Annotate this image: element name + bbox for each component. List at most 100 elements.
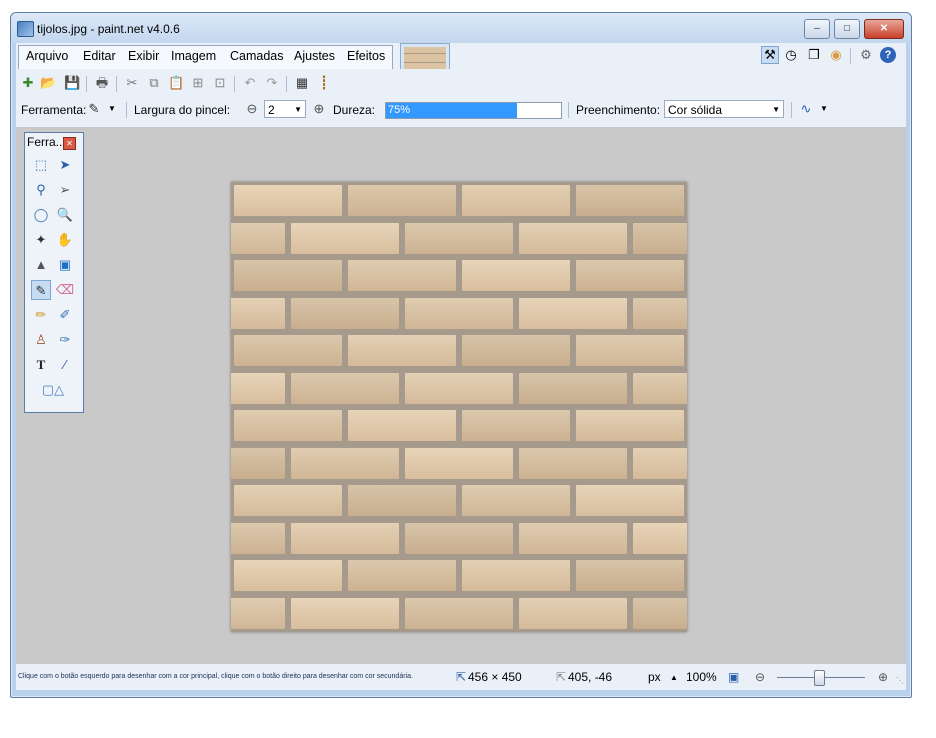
units-selector[interactable]: px bbox=[648, 670, 661, 684]
brick bbox=[576, 185, 684, 216]
shapes-icon[interactable]: ▢△ bbox=[39, 380, 67, 400]
clone-stamp-icon[interactable]: ♙ bbox=[31, 330, 51, 350]
chevron-down-icon: ▼ bbox=[294, 105, 302, 114]
colors-window-icon[interactable]: ◉ bbox=[828, 47, 844, 63]
lasso-select-icon[interactable]: ⚲ bbox=[31, 180, 51, 200]
copy-icon[interactable]: ⧉ bbox=[146, 75, 162, 91]
crop-to-selection-icon[interactable]: ⊞ bbox=[190, 75, 206, 91]
brick bbox=[576, 485, 684, 516]
menu-editar[interactable]: Editar bbox=[83, 49, 116, 63]
close-button[interactable]: ✕ bbox=[864, 19, 904, 39]
zoom-icon[interactable]: 🔍 bbox=[55, 205, 75, 225]
brick bbox=[348, 260, 456, 291]
resize-grip-icon[interactable]: ⋱ bbox=[896, 676, 904, 685]
text-tool-icon[interactable]: T bbox=[31, 355, 51, 375]
magic-wand-icon[interactable]: ✦ bbox=[31, 230, 51, 250]
menu-exibir[interactable]: Exibir bbox=[128, 49, 159, 63]
brick bbox=[519, 372, 627, 404]
brick bbox=[291, 222, 399, 254]
menu-arquivo[interactable]: Arquivo bbox=[26, 49, 68, 63]
settings-gear-icon[interactable]: ⚙ bbox=[858, 47, 874, 63]
brick bbox=[633, 297, 687, 329]
brick bbox=[519, 597, 627, 629]
brick bbox=[576, 410, 684, 441]
tools-window-icon[interactable]: ⚒ bbox=[761, 46, 779, 64]
menu-ajustes[interactable]: Ajustes bbox=[294, 49, 335, 63]
pan-hand-icon[interactable]: ✋ bbox=[55, 230, 75, 250]
recolor-icon[interactable]: ✑ bbox=[55, 330, 75, 350]
brick bbox=[405, 372, 513, 404]
antialiasing-icon[interactable]: ∿ bbox=[798, 101, 814, 117]
zoom-in-icon[interactable]: ⊕ bbox=[878, 670, 888, 684]
paint-bucket-icon[interactable]: ▲ bbox=[31, 255, 51, 275]
tool-label: Ferramenta: bbox=[21, 103, 87, 117]
brick bbox=[291, 522, 399, 554]
paintbrush-icon[interactable]: ✎ bbox=[86, 101, 102, 117]
tools-panel-close-icon[interactable]: ✕ bbox=[63, 137, 76, 150]
brick bbox=[576, 335, 684, 366]
color-picker-icon[interactable]: ✐ bbox=[55, 305, 75, 325]
fill-mode-combo[interactable]: Cor sólida ▼ bbox=[664, 100, 784, 118]
canvas-workspace[interactable]: Ferra... ✕ ⬚ ➤ ⚲ ➢ ◯ 🔍 ✦ ✋ ▲ ▣ ✎ ⌫ ✏ ✐ ♙… bbox=[16, 127, 906, 664]
gradient-icon[interactable]: ▣ bbox=[55, 255, 75, 275]
antialiasing-chevron-down-icon[interactable]: ▼ bbox=[816, 101, 832, 117]
history-window-icon[interactable]: ◷ bbox=[783, 47, 799, 63]
maximize-button[interactable]: □ bbox=[834, 19, 860, 39]
menu-imagem[interactable]: Imagem bbox=[171, 49, 216, 63]
brick bbox=[633, 447, 687, 479]
increase-width-icon[interactable]: ⊕ bbox=[311, 101, 327, 117]
brick bbox=[231, 597, 285, 629]
move-selected-icon[interactable]: ➤ bbox=[55, 155, 75, 175]
brick bbox=[231, 222, 285, 254]
open-file-icon[interactable]: 📂 bbox=[40, 75, 56, 91]
menu-camadas[interactable]: Camadas bbox=[230, 49, 284, 63]
image-canvas[interactable] bbox=[231, 182, 687, 632]
ruler-icon[interactable]: ┋ bbox=[316, 75, 332, 91]
brick bbox=[348, 185, 456, 216]
tool-dropdown-chevron-down-icon[interactable]: ▼ bbox=[104, 101, 120, 117]
undo-icon[interactable]: ↶ bbox=[242, 75, 258, 91]
pencil-icon[interactable]: ✏ bbox=[31, 305, 51, 325]
brick bbox=[405, 222, 513, 254]
print-icon[interactable]: 🖶 bbox=[94, 75, 110, 91]
paintbrush-tool-icon[interactable]: ✎ bbox=[31, 280, 51, 300]
brick bbox=[405, 297, 513, 329]
hardness-fill: 75% bbox=[386, 103, 518, 118]
brick bbox=[462, 485, 570, 516]
rectangle-select-icon[interactable]: ⬚ bbox=[31, 155, 51, 175]
brush-width-combo[interactable]: 2 ▼ bbox=[264, 100, 306, 118]
paste-icon[interactable]: 📋 bbox=[168, 75, 184, 91]
line-curve-icon[interactable]: ∕ bbox=[55, 355, 75, 375]
eraser-icon[interactable]: ⌫ bbox=[55, 280, 75, 300]
move-selection-icon[interactable]: ➢ bbox=[55, 180, 75, 200]
brick-row bbox=[231, 295, 687, 333]
zoom-slider-thumb[interactable] bbox=[814, 670, 825, 686]
brick bbox=[234, 260, 342, 291]
brick bbox=[348, 485, 456, 516]
cut-icon[interactable]: ✂ bbox=[124, 75, 140, 91]
brick bbox=[291, 597, 399, 629]
menu-efeitos[interactable]: Efeitos bbox=[347, 49, 385, 63]
brick bbox=[462, 560, 570, 591]
zoom-level[interactable]: 100% bbox=[686, 670, 717, 684]
redo-icon[interactable]: ↷ bbox=[264, 75, 280, 91]
hardness-slider[interactable]: 75% bbox=[385, 102, 562, 119]
brick bbox=[234, 560, 342, 591]
brick bbox=[519, 447, 627, 479]
save-icon[interactable]: 💾 bbox=[64, 75, 80, 91]
minimize-button[interactable]: – bbox=[804, 19, 830, 39]
help-icon[interactable]: ? bbox=[880, 47, 896, 63]
decrease-width-icon[interactable]: ⊖ bbox=[244, 101, 260, 117]
zoom-out-icon[interactable]: ⊖ bbox=[755, 670, 765, 684]
cursor-position: 405, -46 bbox=[568, 670, 613, 684]
zoom-to-window-icon[interactable]: ▣ bbox=[728, 670, 739, 684]
grid-icon[interactable]: ▦ bbox=[294, 75, 310, 91]
window-title: tijolos.jpg - paint.net v4.0.6 bbox=[37, 22, 180, 36]
units-chevron-up-icon[interactable]: ▲ bbox=[670, 673, 678, 682]
brick bbox=[234, 485, 342, 516]
toolbar: ✚ 📂 💾 🖶 ✂ ⧉ 📋 ⊞ ⊡ ↶ ↷ ▦ ┋ Ferramenta: ✎ … bbox=[16, 69, 906, 127]
new-image-icon[interactable]: ✚ bbox=[20, 75, 36, 91]
ellipse-select-icon[interactable]: ◯ bbox=[31, 205, 51, 225]
deselect-icon[interactable]: ⊡ bbox=[212, 75, 228, 91]
layers-window-icon[interactable]: ❐ bbox=[806, 47, 822, 63]
